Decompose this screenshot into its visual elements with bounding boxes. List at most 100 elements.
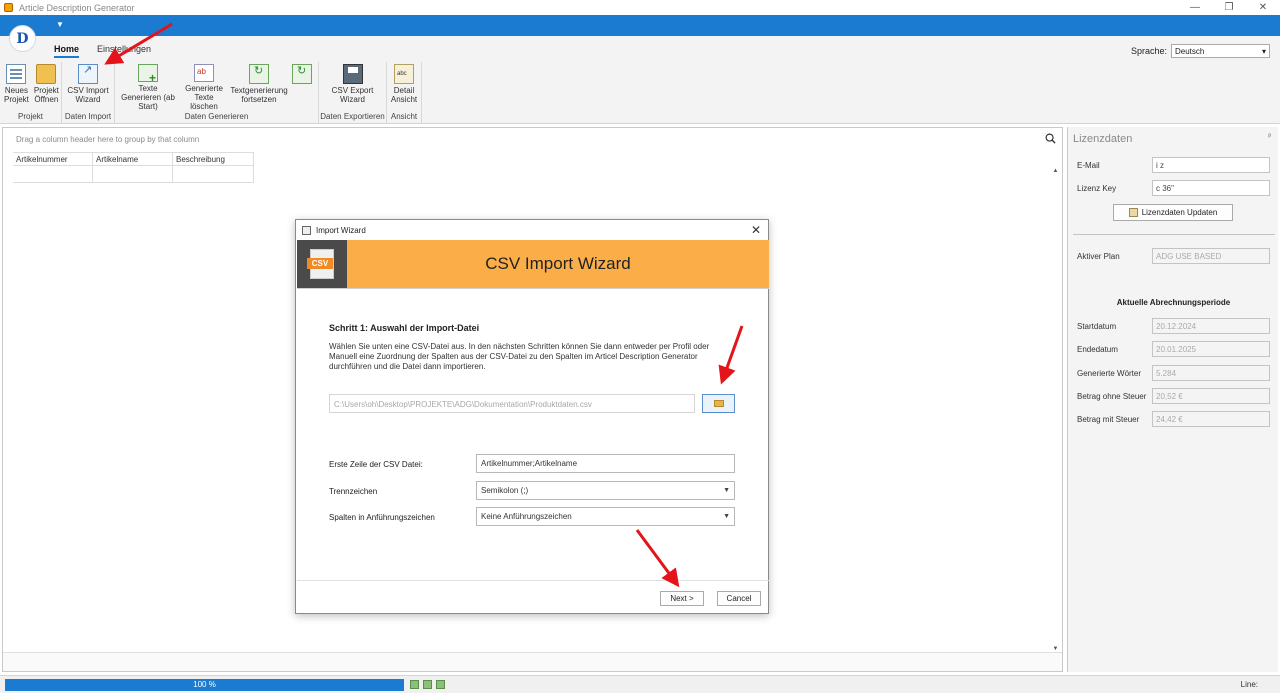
billing-period-heading: Aktuelle Abrechnungsperiode xyxy=(1116,298,1231,307)
open-project-label: Projekt Öffnen xyxy=(33,86,59,104)
refresh-icon xyxy=(292,64,312,84)
csv-file-icon: CSV xyxy=(297,240,347,288)
continue-generation-button[interactable]: Textgenerierung fortsetzen xyxy=(229,64,289,111)
group-label-daten-exportieren: Daten Exportieren xyxy=(320,112,385,121)
group-daten-generieren: Texte Generieren (ab Start) Generierte T… xyxy=(115,62,319,124)
detail-view-button[interactable]: Detail Ansicht xyxy=(389,64,419,111)
wizard-banner: CSV CSV Import Wizard xyxy=(297,240,769,288)
generate-texts-icon xyxy=(138,64,158,83)
close-icon[interactable]: ✕ xyxy=(751,223,761,237)
close-window-button[interactable]: ✕ xyxy=(1246,0,1280,15)
language-dropdown[interactable]: Deutsch ▾ xyxy=(1171,44,1270,58)
ribbon-header-bar: ▼ xyxy=(0,15,1280,36)
csv-export-wizard-button[interactable]: CSV Export Wizard xyxy=(328,64,378,111)
new-project-icon xyxy=(6,64,27,84)
file-path-input[interactable]: C:\Users\oh\Desktop\PROJEKTE\ADG\Dokumen… xyxy=(329,394,695,413)
status-icon xyxy=(410,680,419,689)
quotes-label: Spalten in Anführungszeichen xyxy=(329,513,435,522)
restore-button[interactable]: ❐ xyxy=(1212,0,1246,15)
quick-access-dropdown-icon[interactable]: ▼ xyxy=(56,20,64,29)
group-label-daten-import: Daten Import xyxy=(64,112,112,121)
update-license-button[interactable]: Lizenzdaten Updaten xyxy=(1113,204,1233,221)
grid-footer xyxy=(3,652,1062,671)
first-line-label: Erste Zeile der CSV Datei: xyxy=(329,460,423,469)
tab-home[interactable]: Home xyxy=(54,44,80,58)
plan-label: Aktiver Plan xyxy=(1077,252,1120,261)
window-title: Article Description Generator xyxy=(19,2,135,13)
license-panel-title: Lizenzdaten xyxy=(1073,133,1133,145)
tab-einstellungen[interactable]: Einstellungen xyxy=(97,44,151,58)
generate-texts-button[interactable]: Texte Generieren (ab Start) xyxy=(117,64,179,111)
continue-generation-label: Textgenerierung fortsetzen xyxy=(230,86,288,104)
start-date-field: 20.12.2024 xyxy=(1152,318,1270,334)
divider xyxy=(1073,234,1275,235)
email-field[interactable]: i z xyxy=(1152,157,1270,173)
continue-generation-icon xyxy=(249,64,269,84)
license-key-label: Lizenz Key xyxy=(1077,184,1117,193)
delete-generated-texts-button[interactable]: Generierte Texte löschen xyxy=(180,64,228,111)
end-date-label: Endedatum xyxy=(1077,345,1118,354)
generate-texts-label: Texte Generieren (ab Start) xyxy=(121,84,175,111)
chevron-down-icon: ▼ xyxy=(723,487,730,494)
csv-import-label: CSV Import Wizard xyxy=(67,86,109,104)
column-header-artikelnummer[interactable]: Artikelnummer xyxy=(13,153,93,165)
csv-export-icon xyxy=(342,64,363,84)
license-panel: Lizenzdaten ᵖ E-Mail i z Lizenz Key c 36… xyxy=(1067,127,1278,672)
refresh-button[interactable] xyxy=(290,64,314,111)
table-row[interactable] xyxy=(13,166,254,183)
divider xyxy=(297,288,769,289)
column-header-artikelname[interactable]: Artikelname xyxy=(93,153,173,165)
group-panel-hint[interactable]: Drag a column header here to group by th… xyxy=(16,135,199,144)
language-value: Deutsch xyxy=(1175,46,1205,56)
generated-words-label: Generierte Wörter xyxy=(1077,369,1142,378)
ribbon: Home Einstellungen Sprache: Deutsch ▾ Ne… xyxy=(0,36,1280,124)
separator-value: Semikolon (;) xyxy=(481,486,529,495)
group-daten-import: CSV Import Wizard Daten Import xyxy=(62,62,115,124)
status-icon xyxy=(436,680,445,689)
cancel-button[interactable]: Cancel xyxy=(717,591,761,606)
license-key-field[interactable]: c 36" xyxy=(1152,180,1270,196)
line-indicator: Line: xyxy=(1240,680,1258,689)
first-line-field[interactable]: Artikelnummer;Artikelname xyxy=(476,454,735,473)
progress-bar: 100 % xyxy=(5,679,404,691)
app-logo[interactable]: D xyxy=(9,25,36,52)
status-icon xyxy=(423,680,432,689)
email-label: E-Mail xyxy=(1077,161,1100,170)
search-icon[interactable] xyxy=(1045,133,1056,144)
group-daten-exportieren: CSV Export Wizard Daten Exportieren xyxy=(319,62,387,124)
new-project-button[interactable]: Neues Projekt xyxy=(2,64,31,111)
next-button[interactable]: Next > xyxy=(660,591,704,606)
delete-texts-label: Generierte Texte löschen xyxy=(185,84,223,111)
detail-view-icon xyxy=(394,64,414,84)
csv-import-wizard-button[interactable]: CSV Import Wizard xyxy=(64,64,112,111)
amount-net-field: 20,52 € xyxy=(1152,388,1270,404)
language-label: Sprache: xyxy=(1130,46,1167,56)
group-projekt: Neues Projekt Projekt Öffnen Projekt xyxy=(0,62,62,124)
quotes-dropdown[interactable]: Keine Anführungszeichen ▼ xyxy=(476,507,735,526)
step-title: Schritt 1: Auswahl der Import-Datei xyxy=(329,323,480,333)
detail-view-label: Detail Ansicht xyxy=(390,86,418,104)
separator-dropdown[interactable]: Semikolon (;) ▼ xyxy=(476,481,735,500)
ribbon-tabs: Home Einstellungen xyxy=(54,44,151,58)
open-project-button[interactable]: Projekt Öffnen xyxy=(32,64,61,111)
csv-export-label: CSV Export Wizard xyxy=(331,86,374,104)
delete-texts-icon xyxy=(194,64,214,82)
group-ansicht: Detail Ansicht Ansicht xyxy=(387,62,422,124)
pin-icon[interactable]: ᵖ xyxy=(1268,133,1271,140)
group-label-projekt: Projekt xyxy=(18,112,43,121)
vertical-scrollbar[interactable]: ▲ ▼ xyxy=(1051,168,1060,652)
window-controls: — ❐ ✕ xyxy=(1178,0,1280,15)
wizard-title: CSV Import Wizard xyxy=(485,254,631,273)
chevron-down-icon: ▾ xyxy=(1261,46,1266,56)
dialog-window-icon xyxy=(302,225,311,235)
status-bar: 100 % Line: xyxy=(0,675,1280,693)
browse-file-button[interactable] xyxy=(702,394,735,413)
new-project-label: Neues Projekt xyxy=(4,86,29,104)
scroll-up-icon[interactable]: ▲ xyxy=(1051,168,1060,174)
step-description: Wählen Sie unten eine CSV-Datei aus. In … xyxy=(329,342,710,371)
minimize-button[interactable]: — xyxy=(1178,0,1212,15)
import-wizard-dialog: Import Wizard ✕ CSV CSV Import Wizard Sc… xyxy=(295,219,769,614)
folder-icon xyxy=(713,400,724,407)
column-header-beschreibung[interactable]: Beschreibung xyxy=(173,153,254,165)
folder-open-icon xyxy=(36,64,57,84)
